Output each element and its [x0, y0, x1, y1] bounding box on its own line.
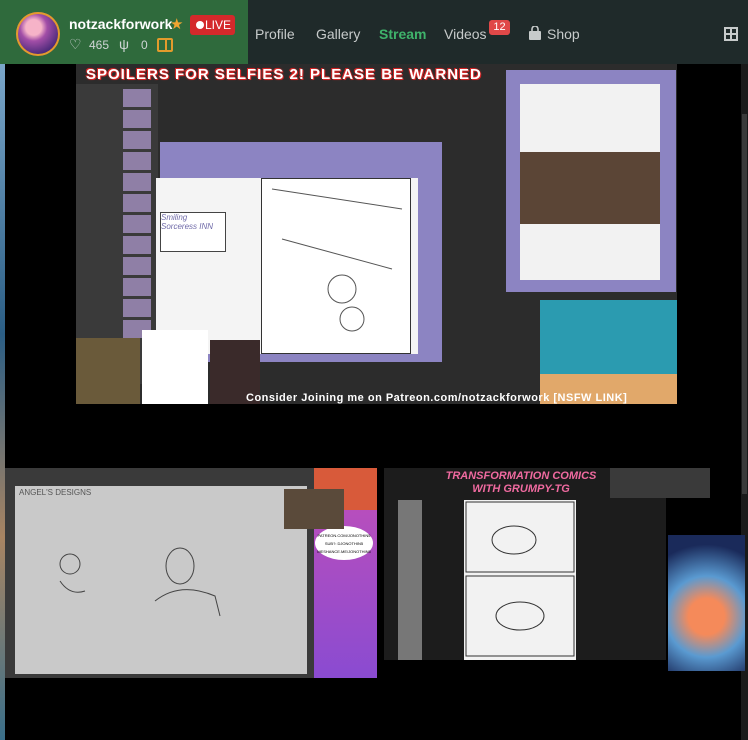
heart-icon: ♡ — [69, 36, 82, 52]
sketch-note: ANGEL'S DESIGNS — [19, 488, 92, 497]
coral-image — [668, 535, 745, 671]
followers-count: 465 — [89, 38, 110, 52]
live-badge: LIVE — [190, 15, 235, 35]
layout-grid-icon[interactable] — [724, 27, 738, 41]
patreon-banner: Consider Joining me on Patreon.com/notza… — [246, 392, 628, 404]
scrollbar-thumb[interactable] — [742, 114, 747, 494]
live-dot-icon — [196, 21, 204, 29]
shopping-bag-icon — [529, 26, 541, 40]
speech-bubble: PATREON.COM/JONOTHIN5 SUB?: DJONOTHIN5 M… — [315, 526, 373, 560]
tab-shop[interactable]: Shop — [547, 26, 580, 42]
comic-page — [464, 500, 576, 660]
aquarium-game-overlay — [540, 300, 677, 404]
star-icon: ★ — [170, 16, 184, 33]
tab-profile[interactable]: Profile — [255, 26, 295, 42]
gifts-count: 0 — [141, 38, 148, 52]
page-preview — [506, 70, 676, 292]
webcam-overlay — [76, 338, 140, 404]
tab-videos[interactable]: Videos — [444, 26, 487, 42]
tab-gallery[interactable]: Gallery — [316, 26, 360, 42]
inn-sign: Smiling Sorceress INN — [160, 212, 226, 252]
hands-icon: ψ — [119, 36, 129, 52]
comic-panel — [261, 178, 411, 354]
comic-panels — [465, 501, 575, 657]
stream-title-banner: SPOILERS FOR SELFIES 2! PLEASE BE WARNED — [86, 66, 482, 83]
avatar[interactable] — [16, 12, 60, 56]
page-thumbnails — [398, 500, 422, 660]
main-stream-player[interactable]: Smiling Sorceress INN SPOILERS FOR SELFI… — [76, 64, 677, 404]
webcam-overlay — [284, 489, 344, 529]
comic-title-banner: TRANSFORMATION COMICS WITH GRUMPY-TG — [445, 470, 597, 495]
top-bar: notzackforwork ★ LIVE ♡ 465 ψ 0 Profile … — [0, 0, 748, 64]
video-overlay — [610, 468, 710, 498]
sketch-canvas — [15, 486, 307, 674]
gift-icon[interactable] — [157, 38, 173, 52]
page-thumbnails — [123, 86, 155, 346]
cartoon-overlay — [142, 330, 208, 404]
sketch-drawing — [59, 547, 221, 617]
videos-count-badge: 12 — [489, 20, 510, 35]
username[interactable]: notzackforwork — [69, 16, 172, 32]
sketch-lines — [271, 188, 403, 332]
tab-stream[interactable]: Stream — [379, 26, 426, 42]
